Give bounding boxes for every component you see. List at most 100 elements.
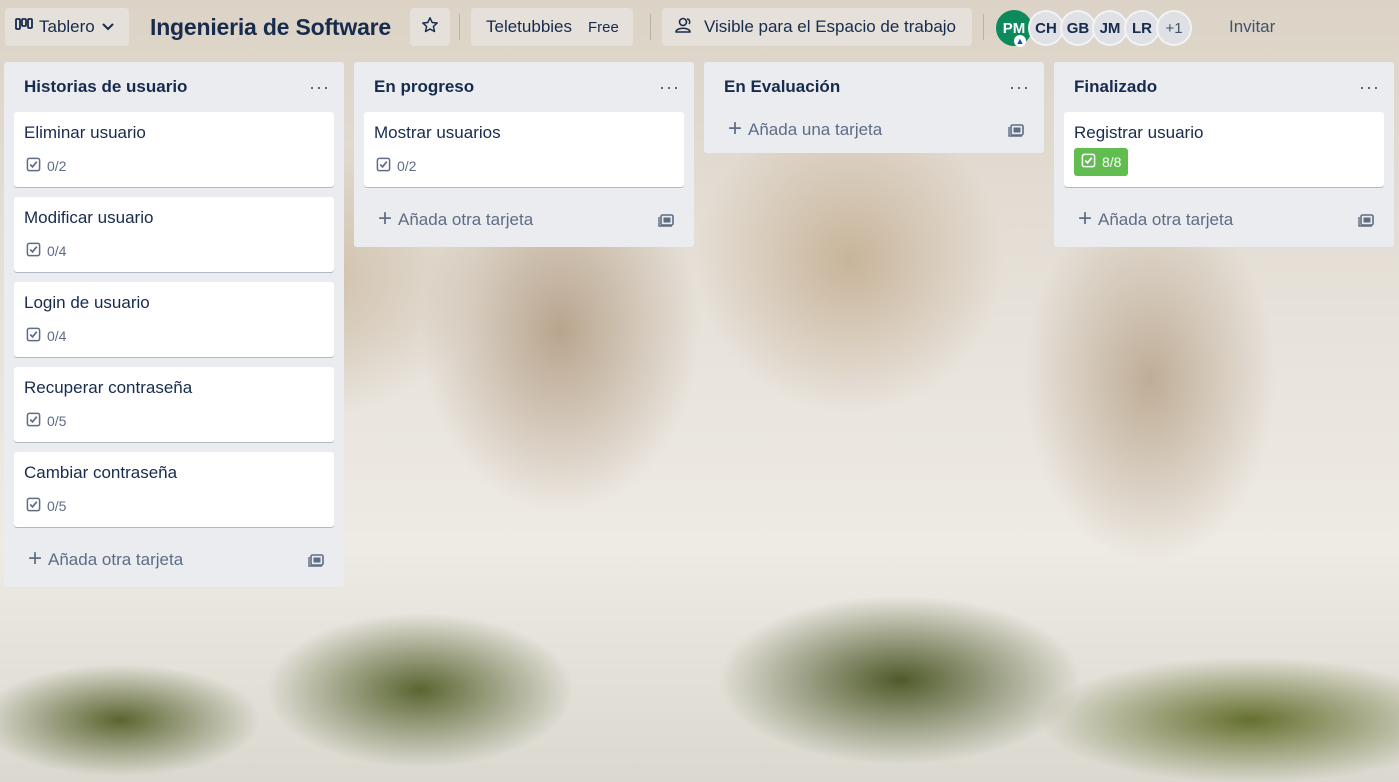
create-from-template-icon[interactable] <box>1358 212 1376 228</box>
create-from-template-icon[interactable] <box>658 212 676 228</box>
card-title: Modificar usuario <box>24 208 154 227</box>
card[interactable]: Registrar usuario 8/8 <box>1064 112 1384 187</box>
checklist-count: 0/5 <box>47 498 67 514</box>
avatar-initials: LR <box>1132 19 1152 37</box>
list-header: En progreso ··· <box>364 62 684 112</box>
board-title[interactable]: Ingenieria de Software <box>150 14 391 41</box>
plus-icon: + <box>378 204 393 232</box>
view-switcher-button[interactable]: Tablero <box>5 8 129 46</box>
star-icon <box>421 16 439 39</box>
add-card-row: + Añada otra tarjeta <box>1064 192 1384 247</box>
star-board-button[interactable] <box>410 8 450 46</box>
checklist-badge: 0/5 <box>24 492 71 520</box>
list-title[interactable]: En progreso <box>374 77 474 97</box>
checklist-icon <box>26 157 41 175</box>
list-en-evaluacion: En Evaluación ··· + Añada una tarjeta <box>704 62 1044 153</box>
card-title: Recuperar contraseña <box>24 378 193 397</box>
checklist-badge: 0/4 <box>24 237 71 265</box>
add-card-button[interactable]: + Añada otra tarjeta <box>1078 204 1234 232</box>
avatar[interactable]: JM <box>1092 10 1128 46</box>
header-divider <box>650 14 651 40</box>
header-divider <box>983 14 984 40</box>
add-card-label: Añada otra tarjeta <box>1098 209 1234 229</box>
checklist-icon <box>26 242 41 260</box>
more-members-button[interactable]: +1 <box>1156 10 1192 46</box>
add-card-row: + Añada otra tarjeta <box>364 192 684 247</box>
workspace-members-icon <box>674 16 694 39</box>
avatar-initials: PM <box>1002 19 1026 37</box>
card[interactable]: Cambiar contraseña 0/5 <box>14 452 334 527</box>
more-members-count: +1 <box>1165 19 1183 37</box>
card-title: Registrar usuario <box>1074 123 1204 142</box>
checklist-count: 0/2 <box>397 158 417 174</box>
checklist-count: 0/5 <box>47 413 67 429</box>
list-menu-icon[interactable]: ··· <box>1359 77 1380 98</box>
header-divider <box>459 14 460 40</box>
card-title: Login de usuario <box>24 293 150 312</box>
avatar[interactable]: PM ▲ <box>996 10 1032 47</box>
list-en-progreso: En progreso ··· Mostrar usuarios 0/2 + A… <box>354 62 694 247</box>
plus-icon: + <box>1078 204 1093 232</box>
list-header: En Evaluación ··· <box>714 62 1034 112</box>
checklist-count: 0/4 <box>47 328 67 344</box>
list-menu-icon[interactable]: ··· <box>1009 77 1030 98</box>
plus-icon: + <box>28 544 43 572</box>
checklist-badge: 0/5 <box>24 407 71 435</box>
checklist-count: 0/2 <box>47 158 67 174</box>
card[interactable]: Login de usuario 0/4 <box>14 282 334 357</box>
add-card-label: Añada otra tarjeta <box>48 549 184 569</box>
create-from-template-icon[interactable] <box>308 552 326 568</box>
workspace-button[interactable]: Teletubbies Free <box>471 8 633 46</box>
list-historias-de-usuario: Historias de usuario ··· Eliminar usuari… <box>4 62 344 587</box>
add-card-button[interactable]: + Añada otra tarjeta <box>378 204 534 232</box>
create-from-template-icon[interactable] <box>1008 122 1026 138</box>
checklist-icon <box>26 327 41 345</box>
add-card-button[interactable]: + Añada otra tarjeta <box>28 544 184 572</box>
avatar[interactable]: LR <box>1124 10 1160 46</box>
add-card-row: + Añada una tarjeta <box>714 108 1034 153</box>
list-header: Historias de usuario ··· <box>14 62 334 112</box>
invite-button[interactable]: Invitar <box>1216 8 1291 46</box>
workspace-name: Teletubbies <box>486 17 573 36</box>
list-title[interactable]: Historias de usuario <box>24 77 187 97</box>
checklist-count: 0/4 <box>47 243 67 259</box>
invite-label: Invitar <box>1229 17 1276 36</box>
card[interactable]: Eliminar usuario 0/2 <box>14 112 334 187</box>
add-card-row: + Añada otra tarjeta <box>14 532 334 587</box>
avatar[interactable]: GB <box>1060 10 1096 46</box>
checklist-badge: 0/2 <box>374 152 421 180</box>
card-title: Mostrar usuarios <box>374 123 501 142</box>
add-card-button[interactable]: + Añada una tarjeta <box>728 114 883 142</box>
list-header: Finalizado ··· <box>1064 62 1384 112</box>
board-header: Tablero Ingenieria de Software Teletubbi… <box>0 0 1399 56</box>
avatar-initials: CH <box>1035 19 1057 37</box>
workspace-plan-badge: Free <box>588 18 619 36</box>
card-title: Eliminar usuario <box>24 123 146 142</box>
card-title: Cambiar contraseña <box>24 463 178 482</box>
board-view-icon <box>15 17 33 37</box>
plus-icon: + <box>728 114 743 142</box>
list-menu-icon[interactable]: ··· <box>659 77 680 98</box>
avatar-initials: JM <box>1099 19 1121 37</box>
list-finalizado: Finalizado ··· Registrar usuario 8/8 + A… <box>1054 62 1394 247</box>
view-switcher-label: Tablero <box>39 17 95 36</box>
list-menu-icon[interactable]: ··· <box>309 77 330 98</box>
checklist-icon <box>376 157 391 175</box>
add-card-label: Añada una tarjeta <box>748 119 883 139</box>
card[interactable]: Mostrar usuarios 0/2 <box>364 112 684 187</box>
list-title[interactable]: En Evaluación <box>724 77 840 97</box>
card[interactable]: Modificar usuario 0/4 <box>14 197 334 272</box>
board-members: PM ▲ CH GB JM LR +1 <box>996 10 1192 47</box>
list-title[interactable]: Finalizado <box>1074 77 1157 97</box>
checklist-icon <box>26 412 41 430</box>
checklist-icon <box>1081 153 1096 171</box>
card[interactable]: Recuperar contraseña 0/5 <box>14 367 334 442</box>
checklist-complete-badge: 8/8 <box>1074 148 1129 176</box>
visibility-button[interactable]: Visible para el Espacio de trabajo <box>662 8 972 46</box>
checklist-badge: 0/4 <box>24 322 71 350</box>
chevron-down-icon <box>101 17 115 37</box>
add-card-label: Añada otra tarjeta <box>398 209 534 229</box>
avatar[interactable]: CH <box>1028 10 1064 46</box>
admin-chevron-icon: ▲ <box>1014 35 1026 47</box>
checklist-badge: 0/2 <box>24 152 71 180</box>
